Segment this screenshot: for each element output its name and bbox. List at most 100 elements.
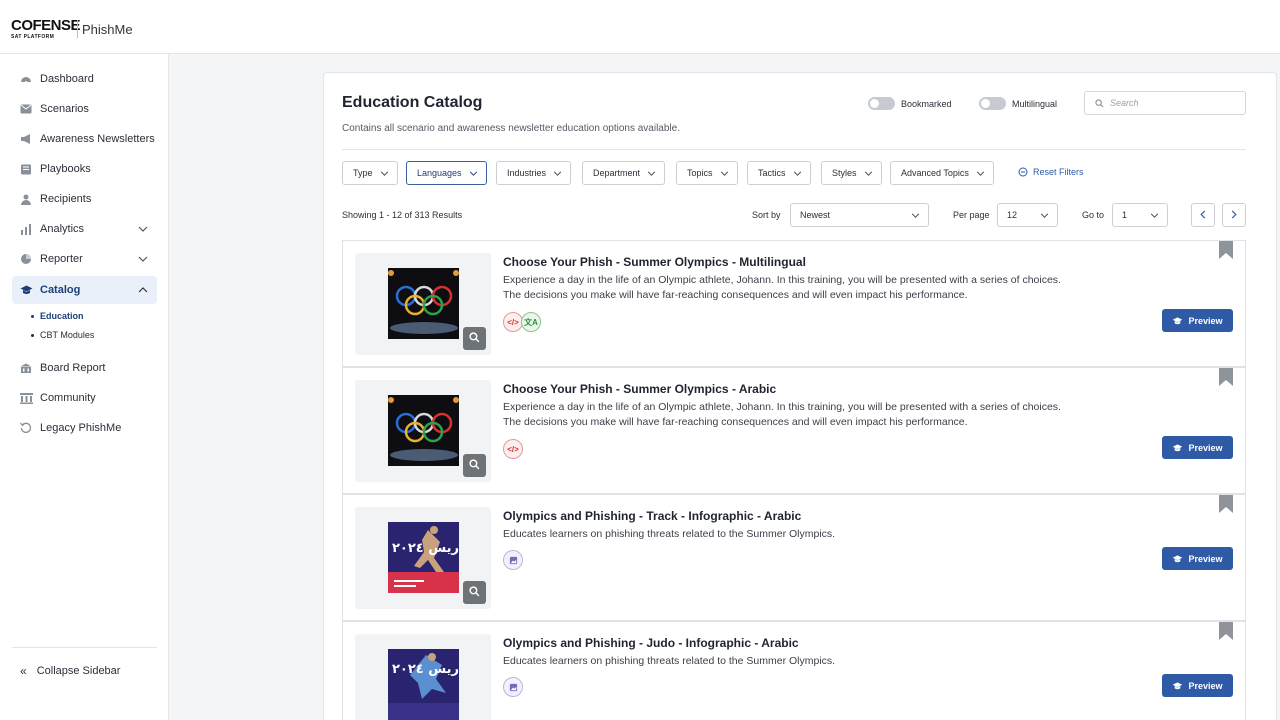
card-description: Experience a day in the life of an Olymp… [503,274,1061,301]
card-thumbnail[interactable]: باريس ٢٠٢٤ [355,634,491,720]
preview-label: Preview [1188,680,1223,691]
filter-tactics[interactable]: Tactics [747,161,811,185]
collapse-sidebar-button[interactable]: « Collapse Sidebar [20,664,120,678]
top-bar: COFENSE SAT PLATFORM PhishMe [0,0,1280,54]
filter-label: Advanced Topics [901,168,969,178]
infographic-badge-icon [503,677,523,697]
card-title[interactable]: Olympics and Phishing - Track - Infograp… [503,509,801,523]
catalog-card: Choose Your Phish - Summer Olympics - Ar… [342,367,1246,494]
filter-styles[interactable]: Styles [821,161,882,185]
bar-chart-icon [19,222,33,236]
brand-divider [77,20,78,38]
poster-text: باريس ٢٠٢٤ [392,662,459,677]
card-title[interactable]: Olympics and Phishing - Judo - Infograph… [503,636,799,650]
per-page-select[interactable]: 12 [997,203,1058,227]
code-badge-icon: </> [503,439,523,459]
sidebar-item-scenarios[interactable]: Scenarios [12,95,157,123]
filter-industries[interactable]: Industries [496,161,572,185]
chevron-down-icon [1040,210,1049,220]
sidebar-subitem-cbt-modules[interactable]: CBT Modules [31,330,94,340]
chevron-down-icon [976,170,985,176]
sidebar-item-label: Scenarios [40,103,89,115]
card-badges: </> 文A [503,312,541,332]
sidebar-item-legacy-phishme[interactable]: Legacy PhishMe [12,414,157,442]
preview-button[interactable]: Preview [1162,674,1233,697]
zoom-button[interactable] [463,327,486,350]
bookmark-icon[interactable] [1219,495,1233,513]
graduation-cap-icon [1172,681,1183,690]
card-thumbnail[interactable]: باريس ٢٠٢٤ [355,507,491,609]
next-page-button[interactable] [1222,203,1246,227]
logo-wordmark: COFENSE [11,17,81,34]
preview-button[interactable]: Preview [1162,547,1233,570]
search-input[interactable] [1110,98,1230,108]
sidebar-subitem-label: Education [40,311,84,321]
sort-by-select[interactable]: Newest [790,203,929,227]
sidebar-item-label: Analytics [40,223,85,235]
sidebar-item-board-report[interactable]: Board Report [12,354,157,382]
filter-department[interactable]: Department [582,161,666,185]
preview-label: Preview [1188,442,1223,453]
card-title[interactable]: Choose Your Phish - Summer Olympics - Ar… [503,382,776,396]
collapse-sidebar-label: Collapse Sidebar [36,665,121,677]
chevron-down-icon [553,170,562,176]
filter-label: Topics [687,168,713,178]
graduation-cap-icon [1172,316,1183,325]
chevron-right-icon [1231,206,1237,224]
sidebar-item-reporter[interactable]: Reporter [12,245,157,273]
sidebar-item-dashboard[interactable]: Dashboard [12,65,157,93]
reset-filters-button[interactable]: Reset Filters [1018,167,1084,177]
bookmark-icon[interactable] [1219,622,1233,640]
cofense-logo[interactable]: COFENSE SAT PLATFORM [11,17,81,40]
filter-topics[interactable]: Topics [676,161,738,185]
filter-label: Industries [507,168,547,178]
preview-button[interactable]: Preview [1162,309,1233,332]
search-box[interactable] [1084,91,1246,115]
go-to-value: 1 [1122,210,1128,220]
zoom-button[interactable] [463,581,486,604]
multilingual-toggle[interactable]: Multilingual [979,97,1057,110]
sidebar-item-awareness-newsletters[interactable]: Awareness Newsletters [12,125,157,153]
filter-type[interactable]: Type [342,161,398,185]
book-icon [19,162,33,176]
sort-by-label: Sort by [752,210,781,220]
sort-by-value: Newest [800,210,831,220]
card-title[interactable]: Choose Your Phish - Summer Olympics - Mu… [503,255,806,269]
multilingual-badge-icon: 文A [521,312,541,332]
sidebar-item-community[interactable]: Community [12,384,157,412]
sidebar-subitem-education[interactable]: Education [31,311,84,321]
search-icon [1095,98,1104,108]
bookmarked-toggle[interactable]: Bookmarked [868,97,952,110]
bookmark-icon[interactable] [1219,368,1233,386]
previous-page-button[interactable] [1191,203,1215,227]
education-catalog-panel: Education Catalog Contains all scenario … [323,72,1277,720]
sidebar-item-playbooks[interactable]: Playbooks [12,155,157,183]
building-icon [19,361,33,375]
go-to-page-select[interactable]: 1 [1112,203,1168,227]
sidebar-item-analytics[interactable]: Analytics [12,215,157,243]
filter-label: Department [593,168,641,178]
page-subtitle: Contains all scenario and awareness news… [342,123,680,134]
chevron-up-icon[interactable] [136,283,150,297]
sidebar-divider [12,647,157,648]
sidebar-item-label: Catalog [40,284,81,296]
zoom-button[interactable] [463,454,486,477]
card-thumbnail[interactable] [355,380,491,482]
preview-button[interactable]: Preview [1162,436,1233,459]
go-to-label: Go to [1082,210,1105,220]
toggle-switch[interactable] [979,97,1006,110]
chevron-down-icon[interactable] [136,252,150,266]
chevron-down-icon[interactable] [136,222,150,236]
sidebar-item-recipients[interactable]: Recipients [12,185,157,213]
sidebar: Dashboard Scenarios Awareness Newsletter… [0,54,169,720]
filter-languages[interactable]: Languages [406,161,487,185]
olympic-rings-image [388,395,459,466]
toggle-switch[interactable] [868,97,895,110]
sidebar-item-catalog[interactable]: Catalog [12,276,157,304]
sidebar-item-label: Legacy PhishMe [40,422,122,434]
filter-advanced-topics[interactable]: Advanced Topics [890,161,994,185]
toggle-label: Multilingual [1012,98,1058,109]
double-chevron-left-icon: « [20,664,27,678]
bookmark-icon[interactable] [1219,241,1233,259]
card-thumbnail[interactable] [355,253,491,355]
